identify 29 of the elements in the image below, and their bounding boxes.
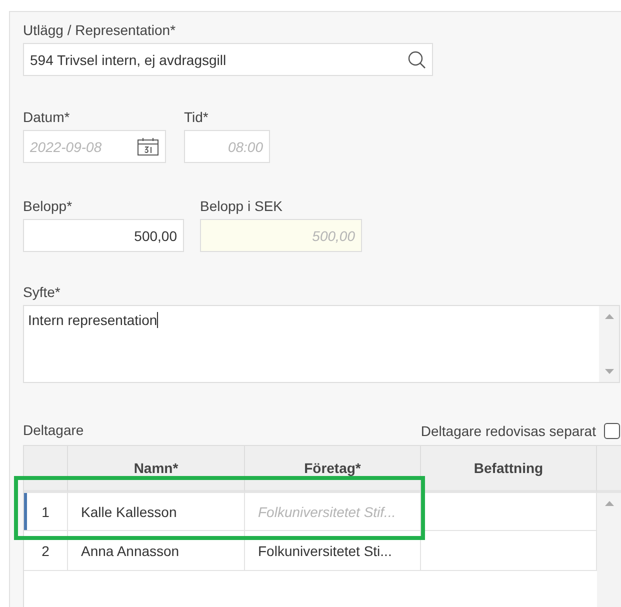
column-header[interactable]: Företag* xyxy=(245,446,421,493)
row-number[interactable]: 2 xyxy=(24,531,68,571)
amount-field[interactable]: 500,00 xyxy=(23,219,184,252)
scrollbar[interactable] xyxy=(599,306,619,382)
field-label: Datum* xyxy=(23,109,71,126)
section-label: Deltagare xyxy=(23,422,84,439)
scrollbar[interactable] xyxy=(597,493,621,607)
field-label: Belopp* xyxy=(23,198,74,215)
purpose-textarea[interactable]: Intern representation xyxy=(23,305,620,383)
search-field[interactable]: 594 Trivsel intern, ej avdragsgill xyxy=(23,43,433,76)
field-label: Utlägg / Representation* xyxy=(23,22,177,39)
search-icon[interactable] xyxy=(408,50,426,68)
column-header[interactable]: Namn* xyxy=(68,446,245,493)
table-cell: Folkuniversitetet Sti... xyxy=(245,531,421,571)
checkbox[interactable] xyxy=(604,422,620,438)
scroll-up-icon[interactable] xyxy=(604,314,614,319)
purpose-text: Intern representation xyxy=(28,312,158,328)
field-label: Belopp i SEK xyxy=(200,198,284,215)
row-number[interactable]: 1 xyxy=(24,493,68,531)
scroll-down-icon[interactable] xyxy=(604,369,614,374)
checkbox-label: Deltagare redovisas separat xyxy=(420,422,596,438)
field-label: Tid* xyxy=(184,109,210,126)
scroll-up-icon[interactable] xyxy=(604,501,614,506)
calendar-icon[interactable] xyxy=(137,137,159,156)
field-label: Syfte* xyxy=(23,284,62,301)
table-cell: Kalle Kallesson xyxy=(68,493,245,531)
table-cell: Folkuniversitetet Stif... xyxy=(245,493,421,531)
column-header[interactable]: Befattning xyxy=(421,446,597,493)
table-cell: Anna Annasson xyxy=(68,531,245,571)
